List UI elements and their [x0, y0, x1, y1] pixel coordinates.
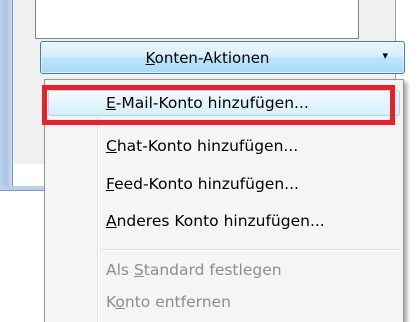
menu-item-add-feed-account[interactable]: Feed-Konto hinzufügen... [45, 170, 403, 198]
menu-item-add-chat-account[interactable]: Chat-Konto hinzufügen... [45, 132, 403, 160]
menu-item-set-default: Als Standard festlegen [45, 256, 403, 284]
menu-item-label: Konto entfernen [106, 293, 231, 311]
window-frame-bottom [0, 186, 44, 191]
menu-item-add-other-account[interactable]: Anderes Konto hinzufügen... [45, 207, 403, 235]
window-frame-left [0, 0, 13, 188]
menu-item-label: Feed-Konto hinzufügen... [106, 175, 299, 193]
chevron-down-icon: ▾ [382, 49, 388, 62]
menu-item-label: Chat-Konto hinzufügen... [106, 137, 299, 155]
menu-separator [101, 249, 401, 251]
accounts-list[interactable] [35, 0, 359, 39]
menu-item-remove-account: Konto entfernen [45, 288, 403, 316]
account-actions-button[interactable]: Konten-Aktionen ▾ [40, 41, 405, 74]
highlight-annotation-box [42, 85, 395, 125]
account-actions-label: Konten-Aktionen [145, 49, 270, 67]
menu-item-label: Als Standard festlegen [106, 261, 282, 279]
menu-item-label: Anderes Konto hinzufügen... [106, 212, 325, 230]
